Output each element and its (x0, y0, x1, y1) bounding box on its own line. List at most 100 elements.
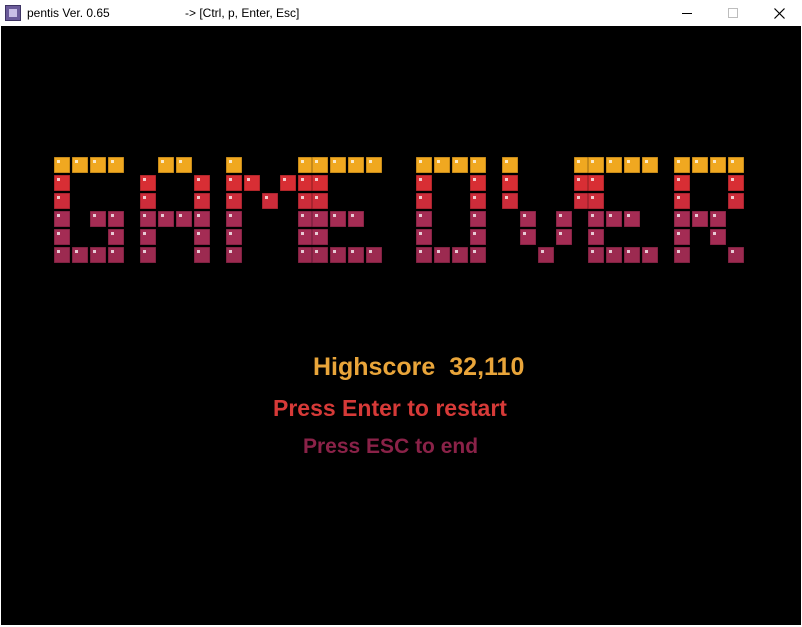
banner-block-highlight (229, 196, 232, 199)
banner-block (157, 210, 175, 228)
banner-block (415, 210, 433, 228)
banner-block (587, 246, 605, 264)
banner-block-highlight (591, 214, 594, 217)
banner-block-highlight (315, 196, 318, 199)
banner-block (641, 246, 659, 264)
banner-block-highlight (473, 232, 476, 235)
app-icon[interactable] (5, 5, 21, 21)
banner-block (415, 192, 433, 210)
maximize-icon (728, 8, 738, 18)
banner-block-highlight (419, 160, 422, 163)
banner-block-highlight (541, 250, 544, 253)
banner-block-highlight (301, 196, 304, 199)
banner-block (451, 156, 469, 174)
banner-block-highlight (523, 232, 526, 235)
banner-block (623, 156, 641, 174)
minimize-icon (682, 13, 692, 14)
banner-block-highlight (577, 160, 580, 163)
banner-block-highlight (161, 214, 164, 217)
banner-block-highlight (419, 178, 422, 181)
banner-block (311, 192, 329, 210)
banner-block (555, 228, 573, 246)
banner-block-highlight (419, 232, 422, 235)
banner-block (709, 228, 727, 246)
banner-block-highlight (197, 214, 200, 217)
banner-block-highlight (93, 214, 96, 217)
banner-block (139, 210, 157, 228)
banner-block-highlight (369, 250, 372, 253)
banner-block-highlight (609, 214, 612, 217)
banner-block-highlight (731, 250, 734, 253)
banner-block-highlight (247, 178, 250, 181)
banner-block (311, 246, 329, 264)
restart-prompt: Press Enter to restart (273, 395, 507, 421)
window-titlebar[interactable]: pentis Ver. 0.65 -> [Ctrl, p, Enter, Esc… (0, 0, 802, 26)
banner-block (53, 192, 71, 210)
banner-block-highlight (93, 160, 96, 163)
banner-block (365, 156, 383, 174)
banner-block (673, 228, 691, 246)
banner-block-highlight (301, 160, 304, 163)
banner-block (53, 228, 71, 246)
banner-block-highlight (677, 196, 680, 199)
banner-block (175, 156, 193, 174)
banner-block-highlight (301, 178, 304, 181)
banner-block (311, 228, 329, 246)
banner-block-highlight (179, 214, 182, 217)
banner-block (727, 174, 745, 192)
banner-block (225, 174, 243, 192)
banner-block-highlight (473, 196, 476, 199)
game-canvas[interactable]: Highscore 32,110 Press Enter to restart P… (1, 26, 801, 625)
banner-block-highlight (111, 214, 114, 217)
banner-block (415, 228, 433, 246)
banner-block (53, 246, 71, 264)
banner-block (157, 156, 175, 174)
banner-block (225, 192, 243, 210)
highscore-value: 32,110 (449, 353, 525, 381)
minimize-button[interactable] (664, 0, 710, 26)
banner-block (107, 246, 125, 264)
banner-block-highlight (505, 196, 508, 199)
banner-block (311, 156, 329, 174)
banner-block (225, 246, 243, 264)
banner-block-highlight (315, 160, 318, 163)
banner-block (193, 192, 211, 210)
banner-block-highlight (713, 160, 716, 163)
banner-block-highlight (143, 232, 146, 235)
banner-block (709, 156, 727, 174)
banner-block-highlight (57, 214, 60, 217)
banner-block (89, 210, 107, 228)
banner-block (451, 246, 469, 264)
banner-block (107, 210, 125, 228)
banner-block (469, 246, 487, 264)
banner-block (193, 174, 211, 192)
banner-block (623, 246, 641, 264)
banner-block-highlight (677, 178, 680, 181)
maximize-button[interactable] (710, 0, 756, 26)
banner-block (501, 174, 519, 192)
banner-block-highlight (437, 160, 440, 163)
banner-block-highlight (713, 232, 716, 235)
banner-block-highlight (591, 250, 594, 253)
banner-block (469, 192, 487, 210)
banner-block-highlight (351, 250, 354, 253)
banner-block (415, 246, 433, 264)
banner-block (71, 156, 89, 174)
banner-block (365, 246, 383, 264)
banner-block-highlight (75, 250, 78, 253)
highscore-label: Highscore (313, 353, 436, 381)
banner-block (605, 156, 623, 174)
banner-block (587, 228, 605, 246)
banner-block (623, 210, 641, 228)
end-prompt: Press ESC to end (303, 435, 479, 458)
banner-block-highlight (609, 160, 612, 163)
banner-block (53, 210, 71, 228)
banner-block-highlight (645, 250, 648, 253)
banner-block-highlight (455, 250, 458, 253)
close-button[interactable] (756, 0, 802, 26)
banner-block-highlight (577, 196, 580, 199)
banner-block (587, 156, 605, 174)
banner-block (329, 156, 347, 174)
banner-block-highlight (473, 214, 476, 217)
banner-block (727, 246, 745, 264)
